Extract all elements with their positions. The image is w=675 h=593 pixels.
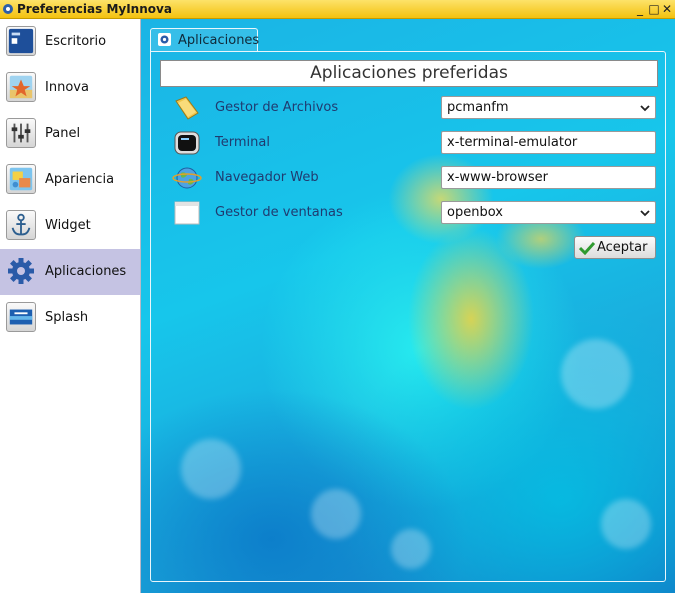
maximize-button[interactable]: □: [647, 1, 661, 17]
terminal-label: Terminal: [215, 135, 270, 150]
file-manager-value: pcmanfm: [447, 100, 509, 115]
sidebar-item-innova[interactable]: Innova: [0, 65, 140, 111]
minimize-button[interactable]: _: [633, 1, 647, 17]
window-manager-value: openbox: [447, 205, 503, 220]
sidebar: Escritorio Innova Panel Apariencia Widge…: [0, 19, 141, 593]
sidebar-item-label: Widget: [45, 218, 91, 233]
tab-label: Aplicaciones: [178, 33, 260, 48]
chevron-down-icon: [640, 210, 650, 217]
web-browser-label: Navegador Web: [215, 170, 319, 185]
main-panel: Aplicaciones Aplicaciones preferidas Ges…: [141, 19, 675, 593]
window-manager-label: Gestor de ventanas: [215, 205, 343, 220]
sidebar-item-label: Escritorio: [45, 34, 107, 49]
accept-button-label: Aceptar: [597, 240, 648, 255]
checkmark-icon: [579, 241, 595, 255]
anchor-icon: [6, 210, 36, 240]
gear-icon: [3, 4, 13, 14]
sliders-icon: [6, 118, 36, 148]
sidebar-item-escritorio[interactable]: Escritorio: [0, 19, 140, 65]
window-title: Preferencias MyInnova: [17, 2, 172, 16]
terminal-input[interactable]: x-terminal-emulator: [441, 131, 656, 154]
folder-icon: [175, 96, 199, 120]
sidebar-item-aplicaciones[interactable]: Aplicaciones: [0, 249, 140, 295]
file-manager-select[interactable]: pcmanfm: [441, 96, 656, 119]
title-bar: Preferencias MyInnova _ □ ✕: [0, 0, 675, 19]
sidebar-item-label: Panel: [45, 126, 81, 141]
splash-icon: [6, 302, 36, 332]
sidebar-item-label: Splash: [45, 310, 89, 325]
chevron-down-icon: [640, 105, 650, 112]
tab-aplicaciones[interactable]: Aplicaciones: [150, 28, 260, 52]
file-manager-label: Gestor de Archivos: [215, 100, 339, 115]
window-manager-select[interactable]: openbox: [441, 201, 656, 224]
sidebar-item-widget[interactable]: Widget: [0, 203, 140, 249]
sidebar-item-panel[interactable]: Panel: [0, 111, 140, 157]
sidebar-item-label: Apariencia: [45, 172, 115, 187]
innova-icon: [6, 72, 36, 102]
appearance-icon: [6, 164, 36, 194]
sidebar-item-label: Innova: [45, 80, 89, 95]
sidebar-item-splash[interactable]: Splash: [0, 295, 140, 341]
sidebar-item-label: Aplicaciones: [45, 264, 127, 279]
close-button[interactable]: ✕: [660, 1, 674, 17]
accept-button[interactable]: Aceptar: [574, 236, 656, 259]
desktop-icon: [6, 26, 36, 56]
terminal-icon: [174, 131, 200, 155]
gear-icon: [158, 33, 171, 46]
page-title: Aplicaciones preferidas: [160, 60, 658, 87]
gear-icon: [8, 258, 34, 284]
window-icon: [174, 201, 200, 225]
web-browser-input[interactable]: x-www-browser: [441, 166, 656, 189]
sidebar-item-apariencia[interactable]: Apariencia: [0, 157, 140, 203]
globe-icon: [172, 167, 202, 189]
